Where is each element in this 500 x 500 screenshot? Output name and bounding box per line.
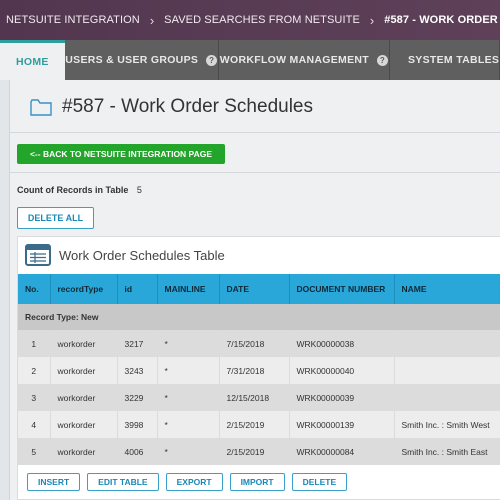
table-title: Work Order Schedules Table — [59, 247, 225, 263]
tab-system-tables-label: SYSTEM TABLES — [408, 54, 500, 66]
group-row: Record Type: New — [18, 304, 500, 330]
table-row[interactable]: 3 workorder 3229 * 12/15/2018 WRK0000003… — [18, 384, 500, 411]
tab-home-label: HOME — [15, 55, 49, 68]
table-row[interactable]: 1 workorder 3217 * 7/15/2018 WRK00000038 — [18, 330, 500, 357]
cell-document-number: WRK00000139 — [289, 411, 395, 438]
column-header-id[interactable]: id — [117, 274, 158, 304]
cell-date: 7/15/2018 — [219, 330, 290, 357]
info-icon[interactable]: ? — [206, 54, 218, 66]
tab-workflow-management[interactable]: WORKFLOW MANAGEMENT ? — [218, 40, 390, 80]
left-gutter — [0, 80, 10, 500]
records-table: No. recordType id MAINLINE DATE DOCUMENT… — [18, 274, 500, 465]
delete-all-button[interactable]: DELETE ALL — [17, 207, 94, 229]
cell-date: 12/15/2018 — [219, 384, 290, 411]
column-header-name[interactable]: NAME — [394, 274, 500, 304]
column-header-date[interactable]: DATE — [219, 274, 290, 304]
cell-mainline: * — [157, 438, 220, 465]
column-header-mainline[interactable]: MAINLINE — [157, 274, 220, 304]
record-count-value: 5 — [136, 185, 142, 195]
cell-no: 4 — [18, 411, 51, 438]
table-row[interactable]: 4 workorder 3998 * 2/15/2019 WRK00000139… — [18, 411, 500, 438]
cell-document-number: WRK00000038 — [289, 330, 395, 357]
tab-workflow-label: WORKFLOW MANAGEMENT — [219, 54, 369, 66]
insert-button[interactable]: INSERT — [27, 473, 81, 491]
cell-recordtype: workorder — [50, 384, 118, 411]
breadcrumb: NETSUITE INTEGRATION › SAVED SEARCHES FR… — [0, 0, 500, 40]
cell-mainline: * — [157, 411, 220, 438]
divider — [10, 132, 500, 133]
cell-document-number: WRK00000084 — [289, 438, 395, 465]
record-count-label: Count of Records in Table — [17, 185, 129, 195]
cell-no: 2 — [18, 357, 51, 384]
tab-bar: HOME USERS & USER GROUPS ? WORKFLOW MANA… — [0, 40, 500, 80]
cell-document-number: WRK00000040 — [289, 357, 395, 384]
cell-mainline: * — [157, 384, 220, 411]
cell-name — [394, 357, 500, 384]
cell-recordtype: workorder — [50, 330, 118, 357]
cell-id: 4006 — [117, 438, 158, 465]
cell-date: 7/31/2018 — [219, 357, 290, 384]
table-header-row: No. recordType id MAINLINE DATE DOCUMENT… — [18, 274, 500, 304]
delete-button[interactable]: DELETE — [291, 473, 348, 491]
cell-id: 3243 — [117, 357, 158, 384]
divider — [10, 172, 500, 173]
table-actions: INSERT EDIT TABLE EXPORT IMPORT DELETE — [27, 473, 348, 491]
breadcrumb-separator: › — [369, 12, 375, 28]
cell-no: 1 — [18, 330, 51, 357]
cell-recordtype: workorder — [50, 438, 118, 465]
breadcrumb-separator: › — [149, 12, 155, 28]
cell-mainline: * — [157, 357, 220, 384]
export-button[interactable]: EXPORT — [165, 473, 223, 491]
edit-table-button[interactable]: EDIT TABLE — [87, 473, 159, 491]
tab-system-tables[interactable]: SYSTEM TABLES — [390, 40, 500, 80]
breadcrumb-current-page: #587 - WORK ORDER SCHEDULES — [384, 14, 500, 26]
group-label: Record Type: New — [18, 304, 500, 330]
table-row[interactable]: 2 workorder 3243 * 7/31/2018 WRK00000040 — [18, 357, 500, 384]
cell-date: 2/15/2019 — [219, 438, 290, 465]
page-header: #587 - Work Order Schedules — [30, 96, 313, 118]
import-button[interactable]: IMPORT — [229, 473, 285, 491]
page-title: #587 - Work Order Schedules — [62, 96, 313, 117]
table-row[interactable]: 5 workorder 4006 * 2/15/2019 WRK00000084… — [18, 438, 500, 465]
table-icon — [25, 244, 51, 266]
column-header-recordtype[interactable]: recordType — [50, 274, 118, 304]
folder-icon — [30, 98, 52, 116]
tab-users-label: USERS & USER GROUPS — [65, 54, 199, 66]
cell-recordtype: workorder — [50, 357, 118, 384]
cell-name: Smith Inc. : Smith East — [394, 438, 500, 465]
cell-name — [394, 330, 500, 357]
breadcrumb-saved-searches[interactable]: SAVED SEARCHES FROM NETSUITE — [164, 14, 360, 26]
cell-document-number: WRK00000039 — [289, 384, 395, 411]
column-header-document-number[interactable]: DOCUMENT NUMBER — [289, 274, 395, 304]
tab-users-user-groups[interactable]: USERS & USER GROUPS ? — [64, 40, 219, 80]
cell-id: 3998 — [117, 411, 158, 438]
breadcrumb-netsuite-integration[interactable]: NETSUITE INTEGRATION — [6, 14, 140, 26]
record-count: Count of Records in Table 5 — [17, 185, 142, 195]
tab-home[interactable]: HOME — [0, 40, 65, 80]
table-panel: Work Order Schedules Table No. recordTyp… — [17, 236, 500, 500]
info-icon[interactable]: ? — [376, 54, 388, 66]
cell-name: Smith Inc. : Smith West — [394, 411, 500, 438]
cell-name — [394, 384, 500, 411]
column-header-no[interactable]: No. — [18, 274, 51, 304]
cell-no: 5 — [18, 438, 51, 465]
cell-mainline: * — [157, 330, 220, 357]
back-to-netsuite-integration-button[interactable]: <-- BACK TO NETSUITE INTEGRATION PAGE — [17, 144, 225, 164]
cell-date: 2/15/2019 — [219, 411, 290, 438]
cell-id: 3229 — [117, 384, 158, 411]
cell-id: 3217 — [117, 330, 158, 357]
cell-recordtype: workorder — [50, 411, 118, 438]
cell-no: 3 — [18, 384, 51, 411]
table-panel-header: Work Order Schedules Table — [25, 244, 225, 266]
